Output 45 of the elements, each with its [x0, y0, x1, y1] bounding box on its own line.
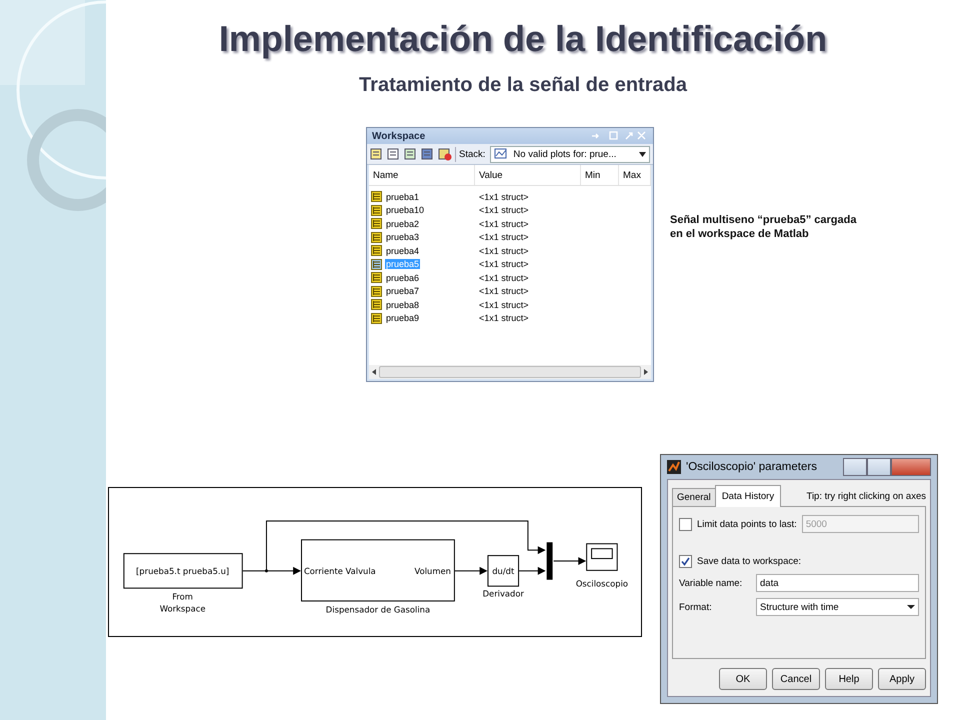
tip-text: Tip: try right clicking on axes: [806, 491, 926, 504]
variable-row[interactable]: prueba10 <1x1 struct>: [369, 204, 651, 217]
stack-label: Stack:: [459, 148, 486, 160]
column-header[interactable]: Max: [619, 165, 651, 185]
input-field[interactable]: data: [756, 574, 919, 592]
checkbox-label: Save data to workspace:: [697, 556, 802, 567]
variable-row[interactable]: prueba2 <1x1 struct>: [369, 217, 651, 230]
variable-row[interactable]: prueba6 <1x1 struct>: [369, 271, 651, 284]
block-label: Workspace: [160, 603, 206, 614]
variable-row[interactable]: prueba5 <1x1 struct>: [369, 258, 651, 271]
variable-row[interactable]: prueba3 <1x1 struct>: [369, 230, 651, 244]
slide-title: Implementación de la Identificación: [218, 18, 828, 60]
column-header[interactable]: Name: [369, 165, 475, 185]
port-label: Corriente Valvula: [304, 566, 376, 576]
block-label: Derivador: [482, 588, 524, 599]
tab[interactable]: General: [672, 488, 716, 506]
block-label: From: [172, 592, 193, 602]
column-header[interactable]: Value: [475, 165, 581, 185]
variable-row[interactable]: prueba9 <1x1 struct>: [369, 312, 651, 325]
dialog-button[interactable]: Apply: [878, 668, 926, 690]
format-dropdown[interactable]: Structure with time: [756, 598, 919, 616]
field-label: Format:: [679, 602, 713, 612]
variable-row[interactable]: prueba7 <1x1 struct>: [369, 284, 651, 298]
block-label: [prueba5.t prueba5.u]: [136, 566, 230, 576]
tab[interactable]: Data History: [714, 485, 782, 507]
window-title: Workspace: [372, 130, 426, 142]
variable-row[interactable]: prueba1 <1x1 struct>: [369, 190, 651, 204]
dialog-button[interactable]: Help: [825, 668, 873, 690]
block-label: Dispensador de Gasolina: [326, 604, 430, 614]
port-label: Volumen: [414, 566, 451, 576]
window-title: 'Osciloscopio' parameters: [686, 461, 818, 473]
dialog-button[interactable]: Cancel: [772, 668, 820, 690]
derivative-block[interactable]: du/dt: [487, 555, 520, 587]
plots-dropdown[interactable]: No valid plots for: prue...: [490, 146, 650, 162]
checkbox-label: Limit data points to last:: [697, 518, 797, 530]
block-label: Osciloscopio: [576, 578, 628, 589]
from-workspace-block[interactable]: [prueba5.t prueba5.u]: [123, 553, 243, 589]
variable-row[interactable]: prueba8 <1x1 struct>: [369, 298, 651, 312]
block-label: du/dt: [492, 566, 514, 576]
caption-text: Señal multiseno “prueba5” cargada en el workspace de Matlab: [670, 213, 856, 242]
column-header[interactable]: Min: [581, 165, 619, 185]
variable-row[interactable]: prueba4 <1x1 struct>: [369, 244, 651, 258]
slide-subtitle: Tratamiento de la señal de entrada: [359, 74, 687, 97]
dialog-button[interactable]: OK: [719, 668, 767, 690]
field-label: Variable name:: [679, 578, 744, 588]
